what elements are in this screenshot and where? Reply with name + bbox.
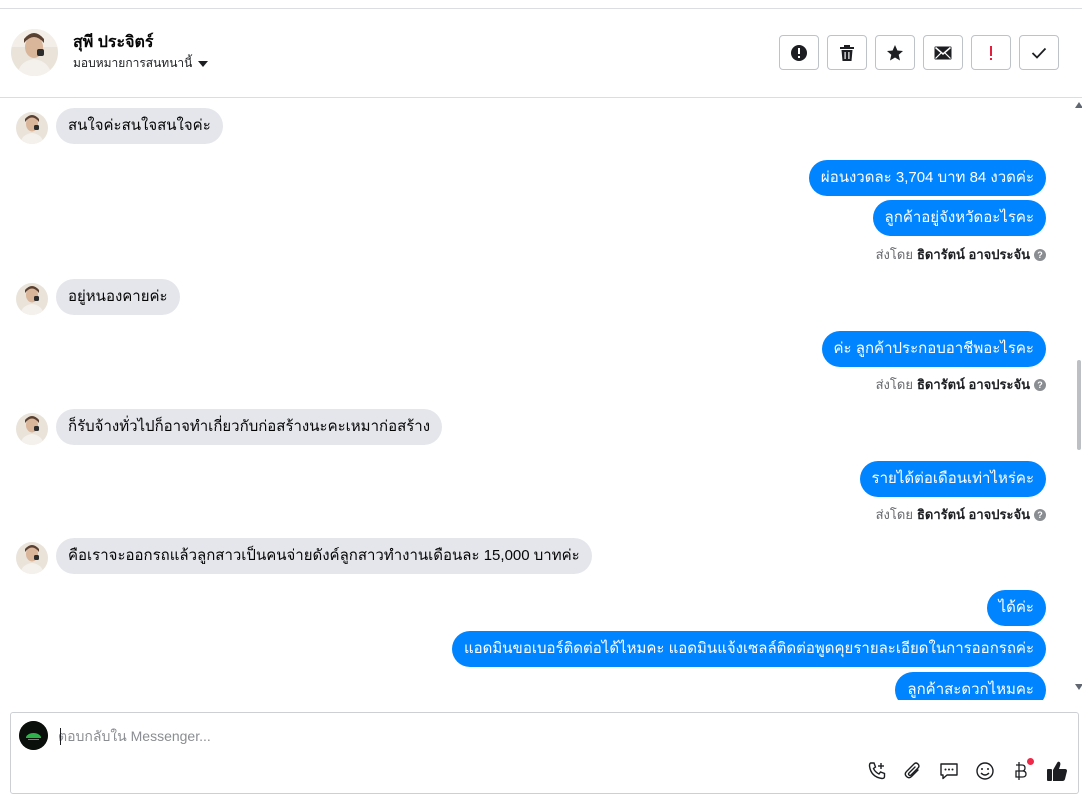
contact-avatar-small	[16, 283, 48, 315]
assign-label: มอบหมายการสนทนานี้	[73, 56, 193, 70]
outgoing-message[interactable]: ผ่อนงวดละ 3,704 บาท 84 งวดค่ะ	[808, 160, 1046, 196]
phone-plus-icon	[868, 762, 886, 780]
payment-button[interactable]	[1010, 758, 1034, 782]
delete-button[interactable]	[827, 35, 867, 70]
mark-unread-button[interactable]	[923, 35, 963, 70]
header-actions	[779, 35, 1059, 70]
conversation-header: สุพี ประจิตร์ มอบหมายการสนทนานี้	[0, 9, 1082, 98]
contact-avatar-small	[16, 112, 48, 144]
star-icon	[887, 44, 903, 60]
incoming-message[interactable]: คือเราจะออกรถแล้วลูกสาวเป็นคนจ่ายดังค์ลู…	[56, 538, 592, 574]
saved-reply-icon	[940, 763, 958, 780]
sent-by-prefix: ส่งโดย	[875, 377, 913, 392]
sent-by-label: ส่งโดย ธิดารัตน์ อาจประจัน ?	[876, 244, 1046, 265]
emoji-icon	[976, 762, 994, 780]
outgoing-message[interactable]: แอดมินขอเบอร์ติดต่อได้ไหมคะ แอดมินแจ้งเซ…	[452, 631, 1046, 667]
exclamation-icon	[990, 45, 992, 60]
sent-by-prefix: ส่งโดย	[875, 507, 913, 522]
help-icon[interactable]: ?	[1034, 248, 1046, 261]
contact-avatar[interactable]	[11, 29, 58, 76]
outgoing-message[interactable]: ลูกค้าสะดวกไหมคะ	[895, 672, 1046, 700]
trash-icon	[840, 44, 854, 61]
baht-icon	[1015, 762, 1027, 780]
saved-replies-button[interactable]	[938, 760, 960, 782]
sent-by-agent[interactable]: ธิดารัตน์ อาจประจัน	[917, 244, 1030, 265]
alert-circle-icon	[791, 44, 807, 61]
mark-spam-button[interactable]	[779, 35, 819, 70]
help-icon[interactable]: ?	[1034, 378, 1046, 391]
outgoing-message[interactable]: ลูกค้าอยู่จังหวัดอะไรคะ	[872, 200, 1046, 236]
call-button[interactable]	[866, 760, 888, 782]
contact-avatar-small	[16, 413, 48, 445]
message-thread[interactable]: สนใจค่ะสนใจสนใจค่ะ ผ่อนงวดละ 3,704 บาท 8…	[0, 99, 1070, 700]
chevron-down-icon	[198, 60, 209, 67]
like-button[interactable]	[1046, 760, 1068, 782]
incoming-message[interactable]: สนใจค่ะสนใจสนใจค่ะ	[56, 108, 223, 144]
outgoing-message[interactable]: ค่ะ ลูกค้าประกอบอาชีพอะไรคะ	[821, 331, 1046, 367]
scroll-down-arrow[interactable]	[1075, 684, 1082, 690]
mark-done-button[interactable]	[1019, 35, 1059, 70]
sent-by-agent[interactable]: ธิดารัตน์ อาจประจัน	[917, 374, 1030, 395]
reply-input[interactable]	[58, 725, 758, 747]
sent-by-label: ส่งโดย ธิดารัตน์ อาจประจัน ?	[876, 374, 1046, 395]
like-icon	[1047, 761, 1067, 781]
follow-up-button[interactable]	[971, 35, 1011, 70]
contact-avatar-small	[16, 542, 48, 574]
contact-name[interactable]: สุพี ประจิตร์	[73, 30, 153, 55]
reply-composer	[10, 712, 1079, 794]
help-icon[interactable]: ?	[1034, 508, 1046, 521]
text-cursor	[60, 728, 61, 745]
notification-dot	[1027, 758, 1034, 765]
incoming-message[interactable]: ก็รับจ้างทั่วไปก็อาจทำเกี่ยวกับก่อสร้างน…	[56, 409, 443, 445]
sent-by-prefix: ส่งโดย	[875, 247, 913, 262]
incoming-message[interactable]: อยู่หนองคายค่ะ	[56, 279, 180, 315]
outgoing-message[interactable]: ได้ค่ะ	[986, 590, 1046, 626]
emoji-button[interactable]	[974, 760, 996, 782]
composer-toolbar	[866, 758, 1068, 782]
sent-by-agent[interactable]: ธิดารัตน์ อาจประจัน	[917, 504, 1030, 525]
outgoing-message[interactable]: รายได้ต่อเดือนเท่าไหร่คะ	[859, 461, 1046, 497]
paperclip-icon	[904, 762, 920, 779]
attach-button[interactable]	[902, 760, 924, 782]
envelope-icon	[934, 46, 952, 59]
scrollbar-thumb[interactable]	[1077, 360, 1081, 450]
scroll-up-arrow[interactable]	[1075, 102, 1082, 108]
sent-by-label: ส่งโดย ธิดารัตน์ อาจประจัน ?	[876, 504, 1046, 525]
page-avatar	[19, 721, 48, 750]
assign-conversation-dropdown[interactable]: มอบหมายการสนทนานี้	[73, 54, 209, 73]
checkmark-icon	[1031, 47, 1047, 59]
star-button[interactable]	[875, 35, 915, 70]
